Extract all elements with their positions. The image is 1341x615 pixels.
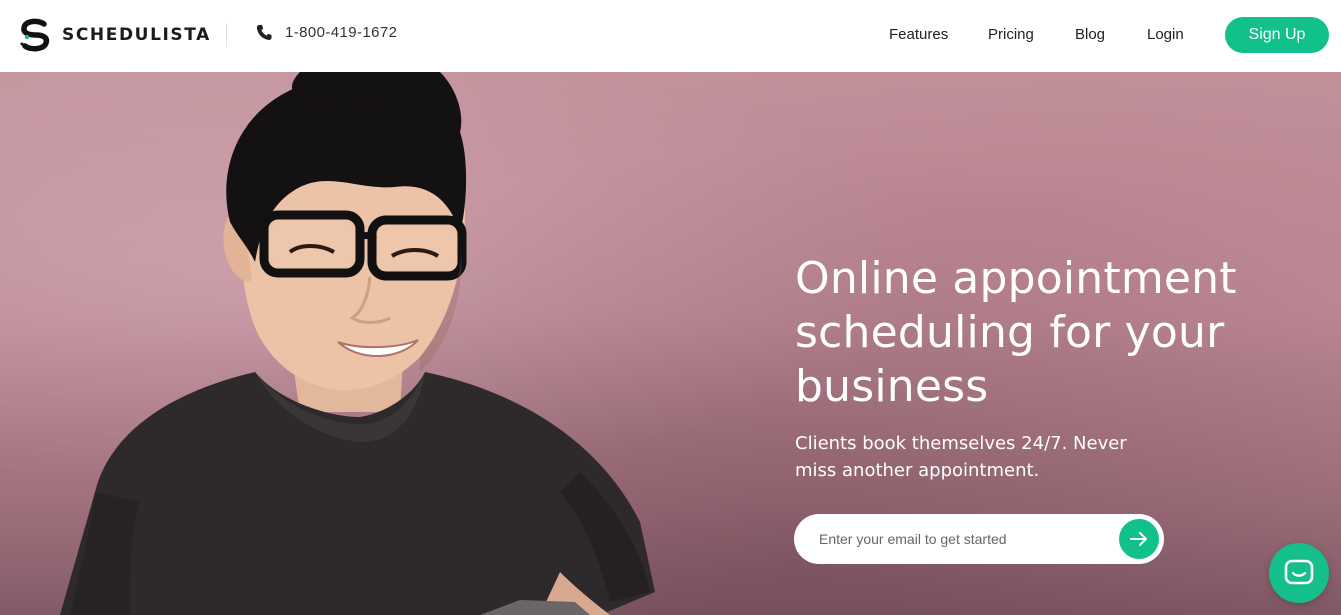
nav-pricing[interactable]: Pricing — [988, 26, 1034, 43]
submit-email-button[interactable] — [1119, 519, 1159, 559]
schedulista-logo-icon — [20, 18, 50, 52]
phone-number[interactable]: 1-800-419-1672 — [256, 24, 397, 41]
nav-login[interactable]: Login — [1147, 26, 1184, 43]
hero-subheading: Clients book themselves 24/7. Never miss… — [795, 433, 1127, 481]
phone-text: 1-800-419-1672 — [285, 24, 398, 41]
arrow-right-icon — [1130, 532, 1147, 546]
nav-features[interactable]: Features — [889, 26, 948, 43]
hero-section: Online appointment scheduling for your b… — [0, 72, 1341, 615]
hero-person-photo — [60, 72, 655, 615]
hero-heading: Online appointment scheduling for your b… — [795, 253, 1237, 412]
email-input[interactable] — [819, 531, 1109, 547]
sign-up-button[interactable]: Sign Up — [1225, 17, 1329, 53]
logo-text: SCHEDULISTA — [62, 25, 211, 45]
nav-blog[interactable]: Blog — [1075, 26, 1105, 43]
site-header: SCHEDULISTA 1-800-419-1672 Features Pric… — [0, 0, 1341, 72]
header-divider — [226, 23, 227, 47]
chat-launcher-button[interactable] — [1269, 543, 1329, 603]
logo[interactable]: SCHEDULISTA — [19, 18, 211, 52]
phone-icon — [256, 25, 272, 40]
chat-icon — [1284, 559, 1314, 585]
email-signup-form — [794, 514, 1164, 564]
